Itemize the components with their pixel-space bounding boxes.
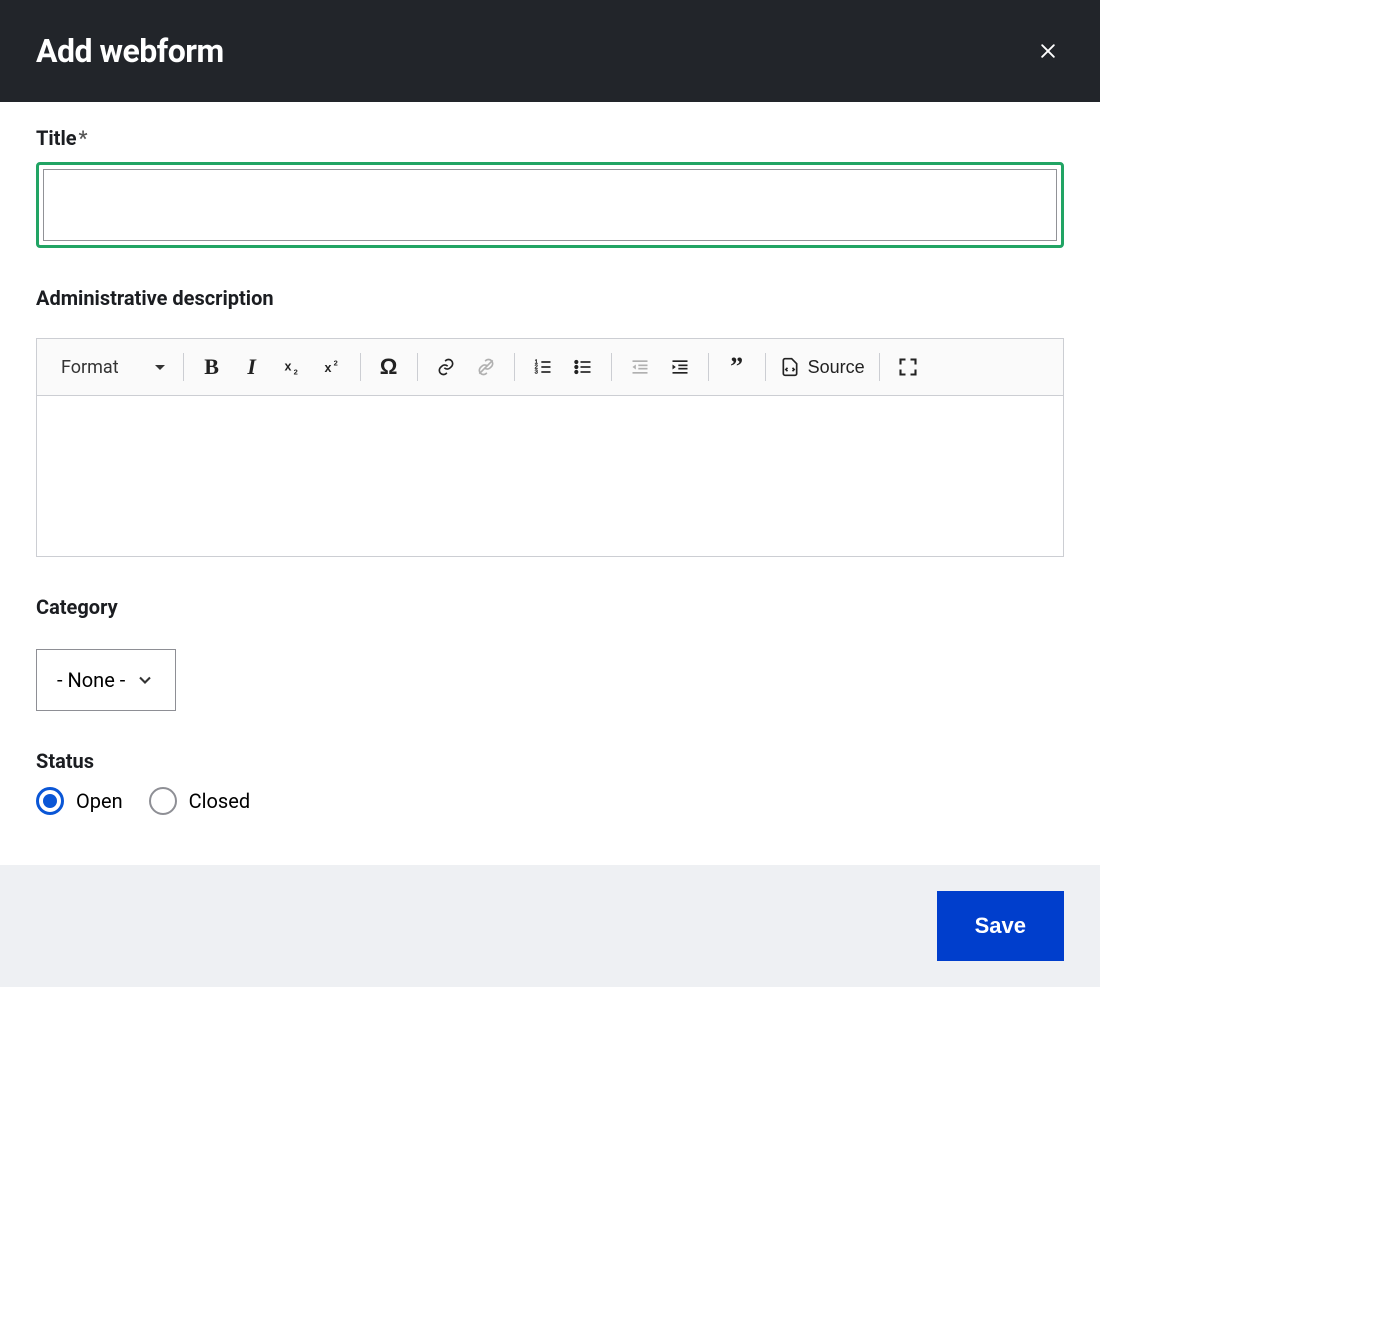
- maximize-button[interactable]: [888, 351, 928, 383]
- link-icon: [436, 357, 456, 377]
- format-dropdown-label: Format: [61, 357, 119, 378]
- special-char-button[interactable]: Ω: [369, 351, 409, 383]
- save-button[interactable]: Save: [937, 891, 1064, 961]
- outdent-button: [620, 351, 660, 383]
- blockquote-button[interactable]: ”: [717, 351, 757, 383]
- toolbar-separator: [417, 353, 418, 381]
- title-field: Title*: [36, 126, 1064, 248]
- svg-text:3: 3: [534, 370, 537, 376]
- superscript-icon: x2: [322, 357, 342, 377]
- admin-description-label: Administrative description: [36, 286, 1064, 310]
- bold-icon: B: [204, 354, 219, 380]
- required-marker: *: [79, 126, 88, 150]
- close-button[interactable]: [1032, 35, 1064, 67]
- rich-text-editor: Format B I x2 x2: [36, 338, 1064, 557]
- title-input-focus-ring: [36, 162, 1064, 248]
- unordered-list-icon: [573, 357, 593, 377]
- italic-icon: I: [247, 354, 256, 380]
- svg-text:x: x: [324, 361, 331, 375]
- status-option-label: Closed: [189, 789, 251, 813]
- dialog-footer: Save: [0, 865, 1100, 987]
- svg-text:2: 2: [293, 368, 297, 377]
- toolbar-separator: [514, 353, 515, 381]
- toolbar-separator: [879, 353, 880, 381]
- subscript-icon: x2: [282, 357, 302, 377]
- subscript-button[interactable]: x2: [272, 351, 312, 383]
- close-icon: [1038, 41, 1058, 61]
- source-button[interactable]: Source: [774, 351, 871, 383]
- format-dropdown[interactable]: Format: [51, 357, 175, 378]
- indent-button[interactable]: [660, 351, 700, 383]
- link-button[interactable]: [426, 351, 466, 383]
- ordered-list-icon: 123: [533, 357, 553, 377]
- form-body: Title* Administrative description Format…: [0, 102, 1100, 865]
- maximize-icon: [898, 357, 918, 377]
- superscript-button[interactable]: x2: [312, 351, 352, 383]
- chevron-down-icon: [135, 670, 155, 690]
- rte-toolbar: Format B I x2 x2: [37, 339, 1063, 396]
- category-select[interactable]: - None -: [36, 649, 176, 711]
- category-selected-value: - None -: [57, 668, 125, 692]
- quote-icon: ”: [730, 352, 743, 382]
- status-option-label: Open: [76, 789, 123, 813]
- toolbar-separator: [765, 353, 766, 381]
- caret-down-icon: [155, 365, 165, 370]
- unordered-list-button[interactable]: [563, 351, 603, 383]
- radio-icon: [149, 787, 177, 815]
- dialog-header: Add webform: [0, 0, 1100, 102]
- dialog-title: Add webform: [36, 32, 224, 70]
- category-label: Category: [36, 595, 1064, 619]
- category-field: Category - None -: [36, 595, 1064, 711]
- ordered-list-button[interactable]: 123: [523, 351, 563, 383]
- status-option-closed[interactable]: Closed: [149, 787, 251, 815]
- toolbar-separator: [611, 353, 612, 381]
- source-icon: [780, 357, 800, 377]
- unlink-icon: [476, 357, 496, 377]
- italic-button[interactable]: I: [232, 351, 272, 383]
- radio-icon: [36, 787, 64, 815]
- status-label: Status: [36, 749, 1064, 773]
- rte-editable-area[interactable]: [37, 396, 1063, 556]
- status-field: Status Open Closed: [36, 749, 1064, 815]
- omega-icon: Ω: [380, 354, 398, 380]
- outdent-icon: [630, 357, 650, 377]
- source-button-label: Source: [808, 357, 865, 378]
- indent-icon: [670, 357, 690, 377]
- unlink-button: [466, 351, 506, 383]
- title-input[interactable]: [43, 169, 1057, 241]
- svg-text:x: x: [284, 359, 291, 373]
- toolbar-separator: [708, 353, 709, 381]
- title-label-text: Title: [36, 126, 77, 150]
- status-option-open[interactable]: Open: [36, 787, 123, 815]
- title-label: Title*: [36, 126, 1064, 150]
- bold-button[interactable]: B: [192, 351, 232, 383]
- status-radio-group: Open Closed: [36, 787, 1064, 815]
- toolbar-separator: [360, 353, 361, 381]
- toolbar-separator: [183, 353, 184, 381]
- svg-text:2: 2: [333, 358, 337, 367]
- admin-description-field: Administrative description Format B I x2: [36, 286, 1064, 557]
